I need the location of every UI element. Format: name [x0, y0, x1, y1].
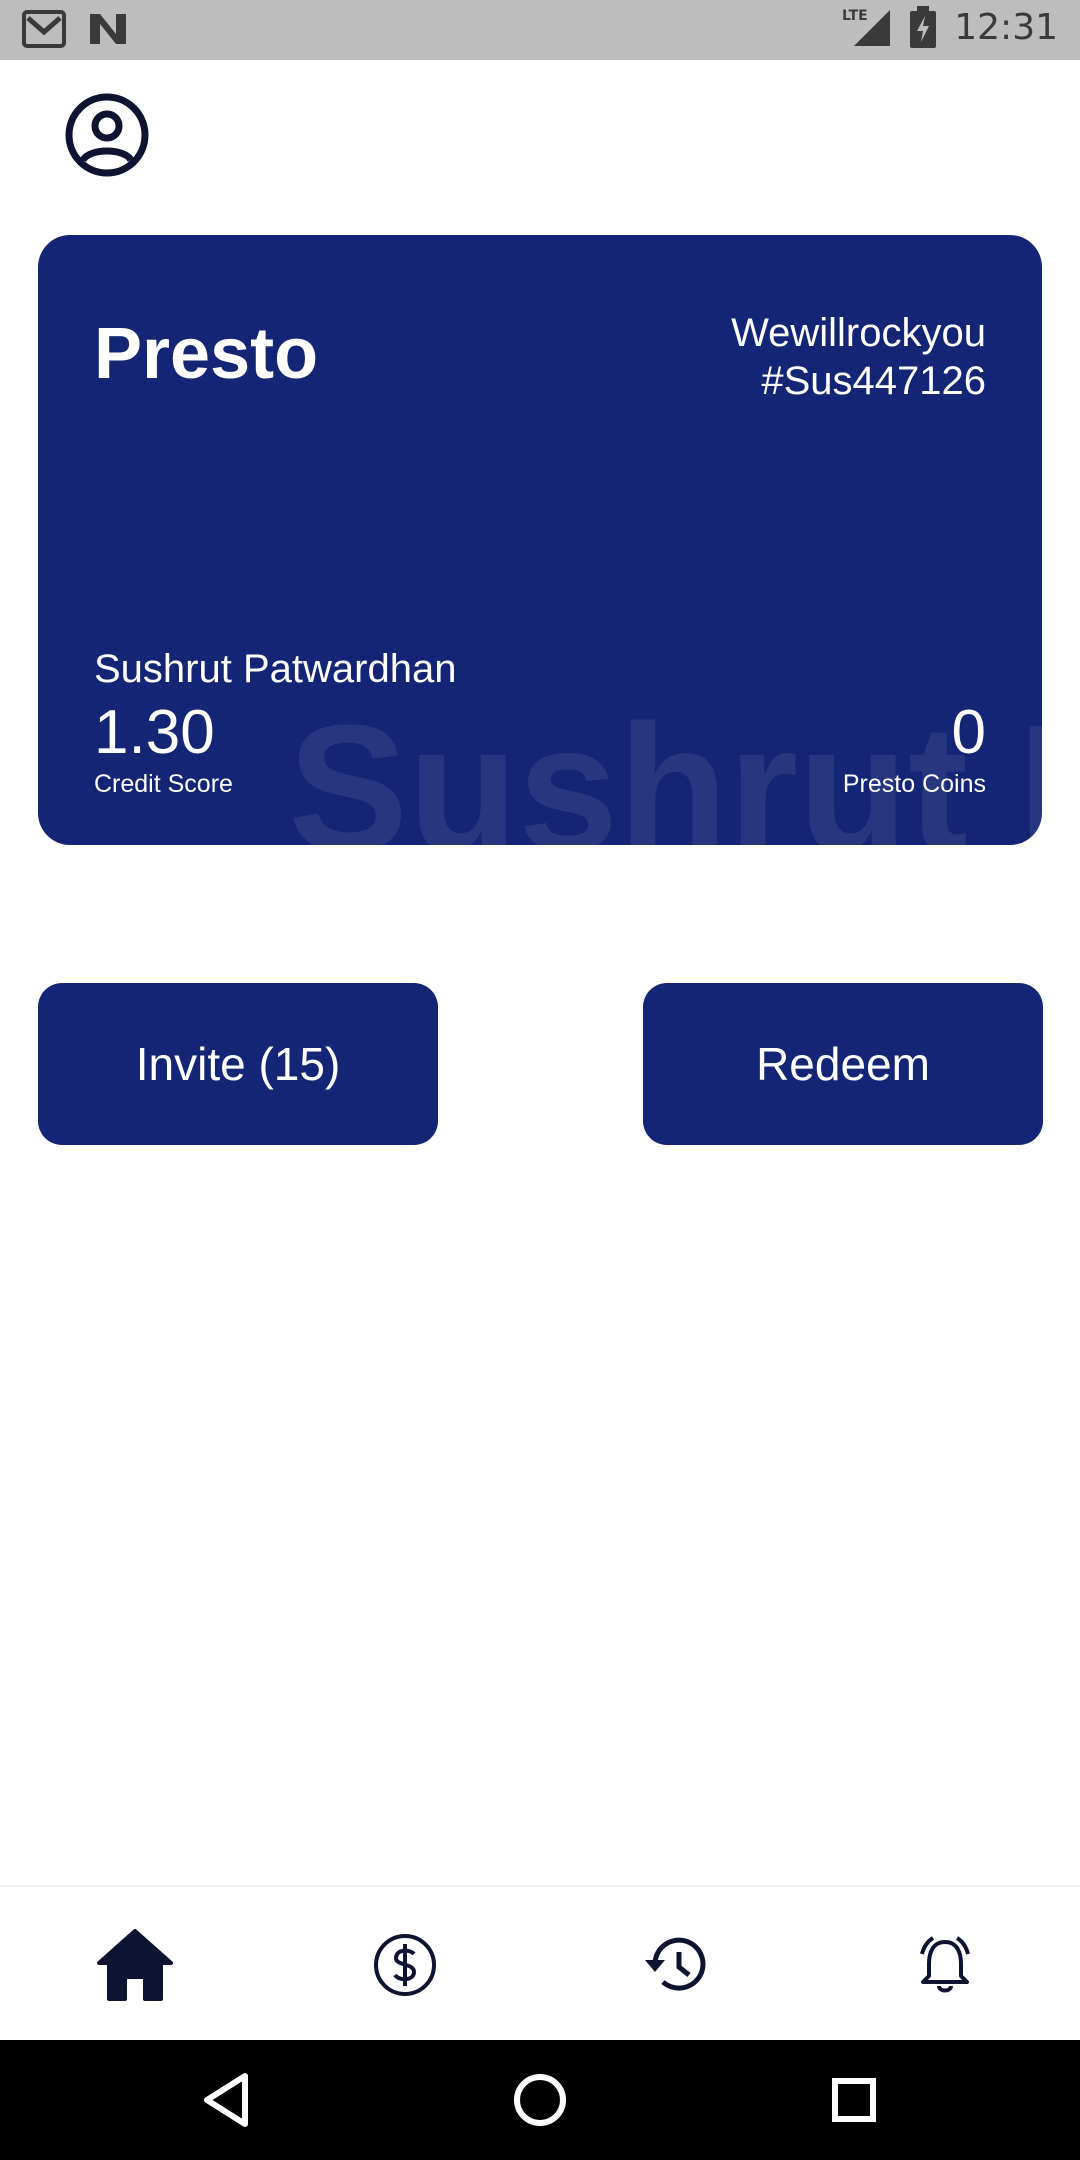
system-navigation-bar: [0, 2040, 1080, 2160]
history-icon: [645, 1937, 706, 1991]
bottom-navigation: [0, 1885, 1080, 2042]
card-username: Wewillrockyou #Sus447126: [731, 309, 986, 405]
invite-button[interactable]: Invite (15): [38, 983, 438, 1145]
svg-text:LTE: LTE: [842, 8, 868, 24]
presto-coins-label: Presto Coins: [842, 770, 986, 798]
nav-notifications[interactable]: [885, 1905, 1005, 2025]
status-bar: LTE 12:31: [0, 0, 1080, 60]
card-holder-name: Sushrut Patwardhan: [94, 647, 457, 691]
system-back-button[interactable]: [193, 2064, 265, 2136]
credit-score-value: 1.30: [94, 698, 215, 767]
home-icon: [97, 1929, 173, 2001]
signal-icon: LTE: [842, 8, 891, 46]
card-username-line1: Wewillrockyou: [731, 311, 986, 355]
back-icon: [204, 2073, 248, 2127]
presto-card: Sushrut P Presto Wewillrockyou #Sus44712…: [38, 235, 1042, 845]
card-username-line2: #Sus447126: [761, 359, 986, 403]
card-watermark: Sushrut P: [288, 688, 1042, 845]
n-icon: [90, 14, 126, 44]
gmail-icon: [22, 10, 66, 48]
nav-history[interactable]: [616, 1905, 736, 2025]
recents-icon: [832, 2078, 876, 2122]
profile-button[interactable]: [64, 92, 150, 178]
status-time: 12:31: [954, 6, 1058, 48]
account-circle-icon: [65, 93, 149, 177]
system-recents-button[interactable]: [818, 2064, 890, 2136]
card-brand: Presto: [94, 314, 319, 394]
battery-icon: [910, 6, 937, 48]
system-home-button[interactable]: [504, 2064, 576, 2136]
credit-score-label: Credit Score: [94, 770, 233, 798]
redeem-button[interactable]: Redeem: [643, 983, 1043, 1145]
nav-home[interactable]: [75, 1905, 195, 2025]
nav-money[interactable]: [345, 1905, 465, 2025]
home-circle-icon: [514, 2074, 566, 2126]
dollar-circle-icon: [374, 1934, 436, 1996]
presto-coins-value: 0: [951, 698, 986, 767]
alarm-bell-icon: [920, 1936, 970, 1993]
